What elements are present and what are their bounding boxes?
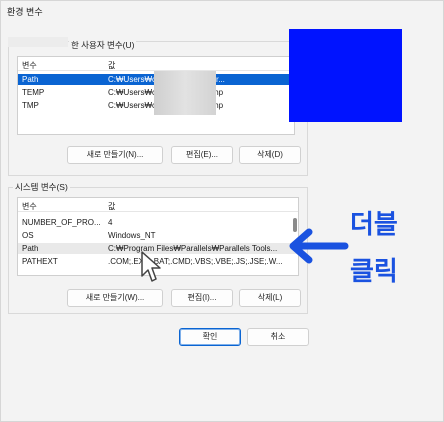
table-row[interactable]: OS Windows_NT [18,230,298,241]
variable-name: Path [22,75,39,84]
list-header: 변수 값 [18,198,298,212]
user-edit-button[interactable]: 편집(E)... [171,146,233,164]
mouse-cursor-icon [141,251,161,282]
column-header-variable[interactable]: 변수 [22,201,37,212]
cancel-button[interactable]: 취소 [247,328,309,346]
username-blur [154,71,216,115]
list-header: 변수 값 [18,57,294,71]
system-delete-button[interactable]: 삭제(L) [239,289,301,307]
annotation-line-1: 더블 [350,210,398,240]
arrow-pointer-icon [289,228,349,264]
annotation-line-2: 클릭 [350,257,398,287]
user-delete-button[interactable]: 삭제(D) [239,146,301,164]
user-variables-label: 한 사용자 변수(U) [69,39,137,51]
table-row[interactable]: NUMBER_OF_PRO... 4 [18,217,298,228]
username-redaction [8,37,68,47]
variable-name: TEMP [22,88,45,97]
system-variables-label: 시스템 변수(S) [13,181,70,193]
system-edit-button[interactable]: 편집(I)... [171,289,233,307]
variable-name: OS [22,231,34,240]
variable-name: Path [22,244,39,253]
variable-name: TMP [22,101,39,110]
window-title: 환경 변수 [7,7,43,17]
variable-name: PATHEXT [22,257,58,266]
system-new-button[interactable]: 새로 만들기(W)... [67,289,163,307]
user-variables-list[interactable]: 변수 값 Path C:₩Users₩c ata₩Local₩Micr... T… [17,56,295,135]
user-new-button[interactable]: 새로 만들기(N)... [67,146,163,164]
variable-name: NUMBER_OF_PRO... [22,218,101,227]
ok-button[interactable]: 확인 [179,328,241,346]
column-header-value[interactable]: 값 [108,60,290,71]
variable-value: .COM;.EXE;.BAT;.CMD;.VBS;.VBE;.JS;.JSE;.… [108,257,283,266]
redaction-box [289,29,402,122]
variable-value: Windows_NT [108,231,156,240]
column-header-variable[interactable]: 변수 [22,60,37,71]
variable-value: 4 [108,218,113,227]
column-header-value[interactable]: 값 [108,201,290,212]
variable-value: C:₩Program Files₩Parallels₩Parallels Too… [108,244,278,253]
